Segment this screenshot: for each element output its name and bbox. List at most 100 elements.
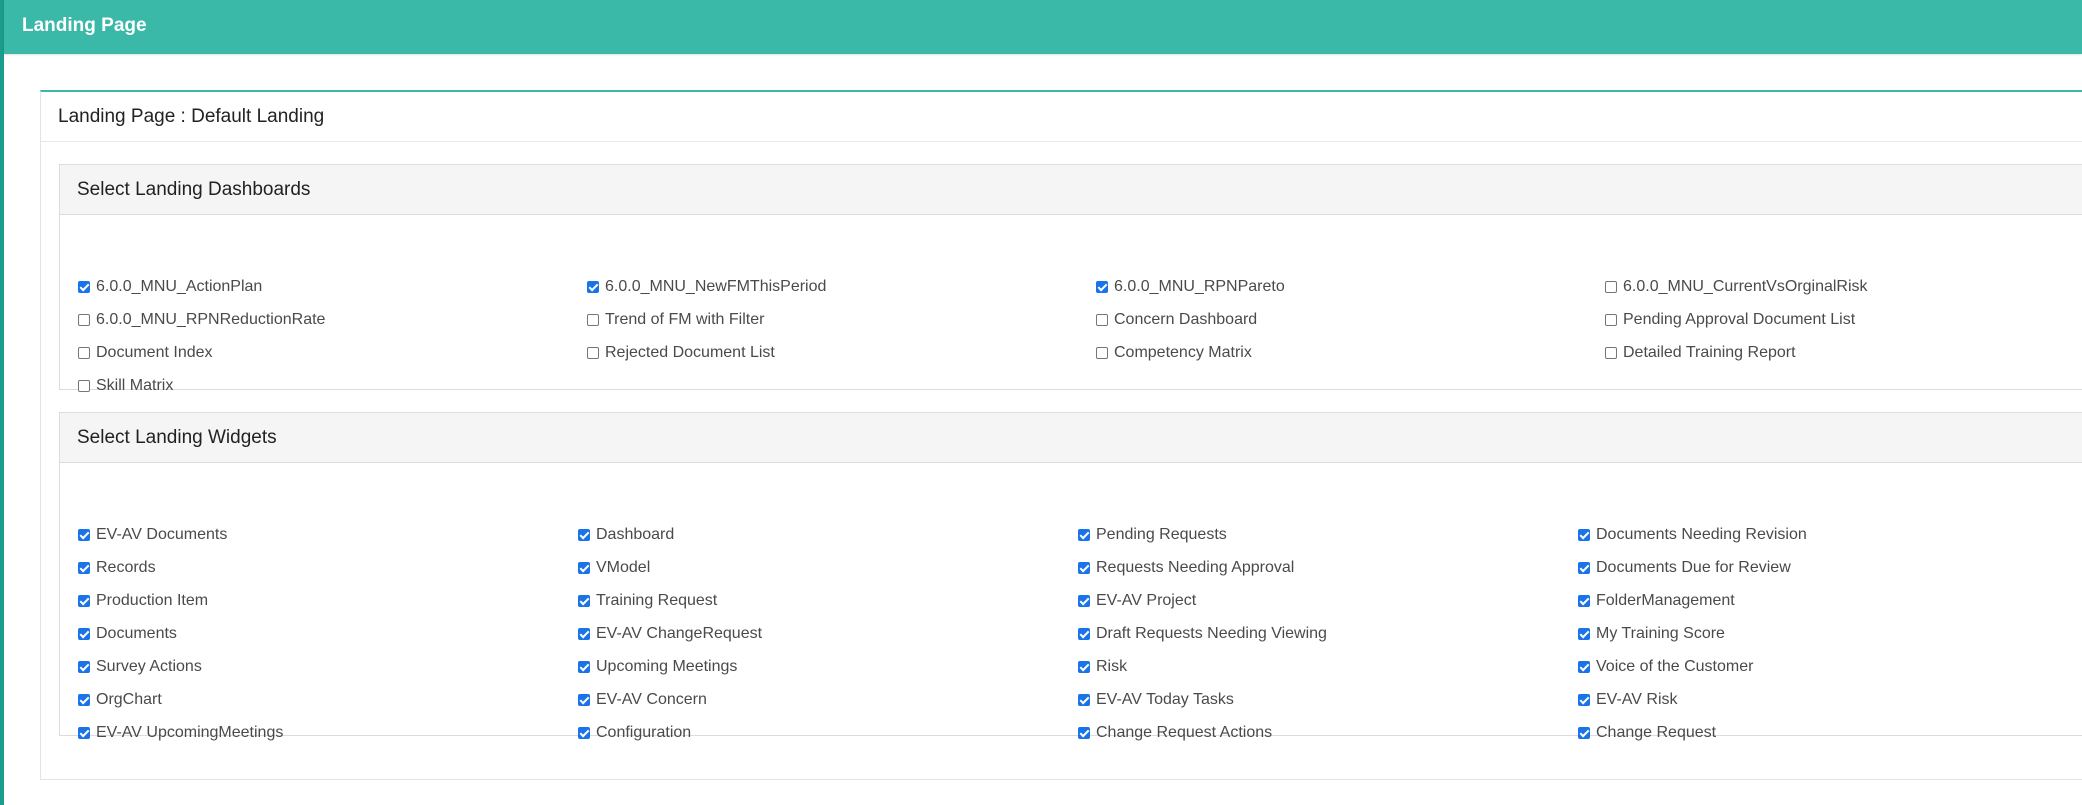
checkbox-unchecked[interactable]: [1096, 347, 1108, 359]
widget-checkbox-item[interactable]: OrgChart: [78, 688, 162, 712]
widget-checkbox-item[interactable]: Production Item: [78, 589, 208, 613]
checkbox-label: Skill Matrix: [96, 377, 174, 394]
widget-checkbox-item[interactable]: My Training Score: [1578, 622, 1725, 646]
dashboard-checkbox-item[interactable]: Competency Matrix: [1096, 341, 1252, 365]
checkbox-unchecked[interactable]: [78, 380, 90, 392]
checkbox-label: VModel: [596, 559, 651, 576]
checkbox-unchecked[interactable]: [1096, 314, 1108, 326]
checkbox-checked[interactable]: [78, 727, 90, 739]
checkbox-checked[interactable]: [1078, 727, 1090, 739]
widget-checkbox-item[interactable]: Dashboard: [578, 523, 674, 547]
widget-checkbox-item[interactable]: Upcoming Meetings: [578, 655, 737, 679]
checkbox-checked[interactable]: [578, 562, 590, 574]
dashboard-checkbox-item[interactable]: Concern Dashboard: [1096, 308, 1257, 332]
checkbox-checked[interactable]: [78, 529, 90, 541]
checkbox-checked[interactable]: [1578, 727, 1590, 739]
checkbox-checked[interactable]: [578, 661, 590, 673]
checkbox-unchecked[interactable]: [1605, 347, 1617, 359]
widget-checkbox-item[interactable]: Training Request: [578, 589, 717, 613]
checkbox-label: Upcoming Meetings: [596, 658, 738, 675]
checkbox-checked[interactable]: [78, 661, 90, 673]
dashboard-checkbox-item[interactable]: 6.0.0_MNU_NewFMThisPeriod: [587, 275, 826, 299]
checkbox-label: Pending Requests: [1096, 526, 1227, 543]
dashboard-checkbox-item[interactable]: 6.0.0_MNU_CurrentVsOrginalRisk: [1605, 275, 1868, 299]
widget-checkbox-item[interactable]: Change Request: [1578, 721, 1716, 745]
widget-checkbox-item[interactable]: Configuration: [578, 721, 691, 745]
dashboards-section-header: Select Landing Dashboards: [60, 165, 2082, 215]
checkbox-label: 6.0.0_MNU_RPNReductionRate: [96, 311, 326, 328]
checkbox-label: EV-AV Documents: [96, 526, 228, 543]
checkbox-label: Dashboard: [596, 526, 675, 543]
widget-checkbox-item[interactable]: EV-AV UpcomingMeetings: [78, 721, 283, 745]
checkbox-checked[interactable]: [78, 628, 90, 640]
checkbox-unchecked[interactable]: [78, 314, 90, 326]
widget-checkbox-item[interactable]: Documents Due for Review: [1578, 556, 1791, 580]
checkbox-unchecked[interactable]: [1605, 281, 1617, 293]
checkbox-checked[interactable]: [78, 281, 90, 293]
checkbox-checked[interactable]: [1578, 595, 1590, 607]
dashboard-checkbox-item[interactable]: 6.0.0_MNU_ActionPlan: [78, 275, 262, 299]
checkbox-checked[interactable]: [78, 694, 90, 706]
widget-checkbox-item[interactable]: VModel: [578, 556, 650, 580]
dashboard-checkbox-item[interactable]: Trend of FM with Filter: [587, 308, 764, 332]
checkbox-checked[interactable]: [1078, 562, 1090, 574]
checkbox-label: EV-AV Project: [1096, 592, 1197, 609]
checkbox-checked[interactable]: [1578, 661, 1590, 673]
checkbox-checked[interactable]: [78, 595, 90, 607]
checkbox-checked[interactable]: [1078, 661, 1090, 673]
checkbox-checked[interactable]: [78, 562, 90, 574]
checkbox-label: Documents: [96, 625, 177, 642]
widget-checkbox-item[interactable]: FolderManagement: [1578, 589, 1735, 613]
checkbox-checked[interactable]: [578, 595, 590, 607]
dashboards-section-title: Select Landing Dashboards: [77, 179, 311, 200]
checkbox-checked[interactable]: [578, 727, 590, 739]
widget-checkbox-item[interactable]: Records: [78, 556, 156, 580]
checkbox-label: EV-AV Risk: [1596, 691, 1678, 708]
widget-checkbox-item[interactable]: EV-AV Documents: [78, 523, 227, 547]
widget-checkbox-item[interactable]: Documents Needing Revision: [1578, 523, 1807, 547]
widget-checkbox-item[interactable]: Documents: [78, 622, 177, 646]
checkbox-unchecked[interactable]: [587, 314, 599, 326]
checkbox-checked[interactable]: [1078, 694, 1090, 706]
checkbox-checked[interactable]: [1578, 628, 1590, 640]
widget-checkbox-item[interactable]: EV-AV Today Tasks: [1078, 688, 1234, 712]
widget-checkbox-item[interactable]: Change Request Actions: [1078, 721, 1272, 745]
checkbox-checked[interactable]: [578, 694, 590, 706]
checkbox-checked[interactable]: [1078, 628, 1090, 640]
checkbox-label: 6.0.0_MNU_ActionPlan: [96, 278, 263, 295]
checkbox-unchecked[interactable]: [1605, 314, 1617, 326]
checkbox-label: Voice of the Customer: [1596, 658, 1754, 675]
checkbox-checked[interactable]: [1078, 529, 1090, 541]
checkbox-checked[interactable]: [1578, 694, 1590, 706]
dashboard-checkbox-item[interactable]: Skill Matrix: [78, 374, 173, 398]
checkbox-checked[interactable]: [578, 628, 590, 640]
dashboard-checkbox-item[interactable]: 6.0.0_MNU_RPNPareto: [1096, 275, 1285, 299]
widget-checkbox-item[interactable]: EV-AV Project: [1078, 589, 1196, 613]
checkbox-unchecked[interactable]: [587, 347, 599, 359]
checkbox-checked[interactable]: [1578, 529, 1590, 541]
checkbox-unchecked[interactable]: [78, 347, 90, 359]
checkbox-label: Configuration: [596, 724, 692, 741]
checkbox-checked[interactable]: [1578, 562, 1590, 574]
widget-checkbox-item[interactable]: Pending Requests: [1078, 523, 1227, 547]
widget-checkbox-item[interactable]: Risk: [1078, 655, 1127, 679]
dashboard-checkbox-item[interactable]: Document Index: [78, 341, 213, 365]
widget-checkbox-item[interactable]: Voice of the Customer: [1578, 655, 1753, 679]
widget-checkbox-item[interactable]: EV-AV Concern: [578, 688, 707, 712]
widget-checkbox-item[interactable]: Requests Needing Approval: [1078, 556, 1294, 580]
landing-page-panel: Landing Page : Default Landing Select La…: [40, 90, 2082, 780]
dashboard-checkbox-item[interactable]: Pending Approval Document List: [1605, 308, 1855, 332]
widget-checkbox-item[interactable]: Draft Requests Needing Viewing: [1078, 622, 1327, 646]
widget-checkbox-item[interactable]: EV-AV ChangeRequest: [578, 622, 762, 646]
widget-checkbox-item[interactable]: Survey Actions: [78, 655, 202, 679]
checkbox-label: Requests Needing Approval: [1096, 559, 1295, 576]
checkbox-checked[interactable]: [578, 529, 590, 541]
checkbox-checked[interactable]: [587, 281, 599, 293]
checkbox-checked[interactable]: [1078, 595, 1090, 607]
dashboard-checkbox-item[interactable]: Rejected Document List: [587, 341, 775, 365]
dashboard-checkbox-item[interactable]: 6.0.0_MNU_RPNReductionRate: [78, 308, 325, 332]
widget-checkbox-item[interactable]: EV-AV Risk: [1578, 688, 1678, 712]
checkbox-label: Survey Actions: [96, 658, 202, 675]
dashboard-checkbox-item[interactable]: Detailed Training Report: [1605, 341, 1796, 365]
checkbox-checked[interactable]: [1096, 281, 1108, 293]
